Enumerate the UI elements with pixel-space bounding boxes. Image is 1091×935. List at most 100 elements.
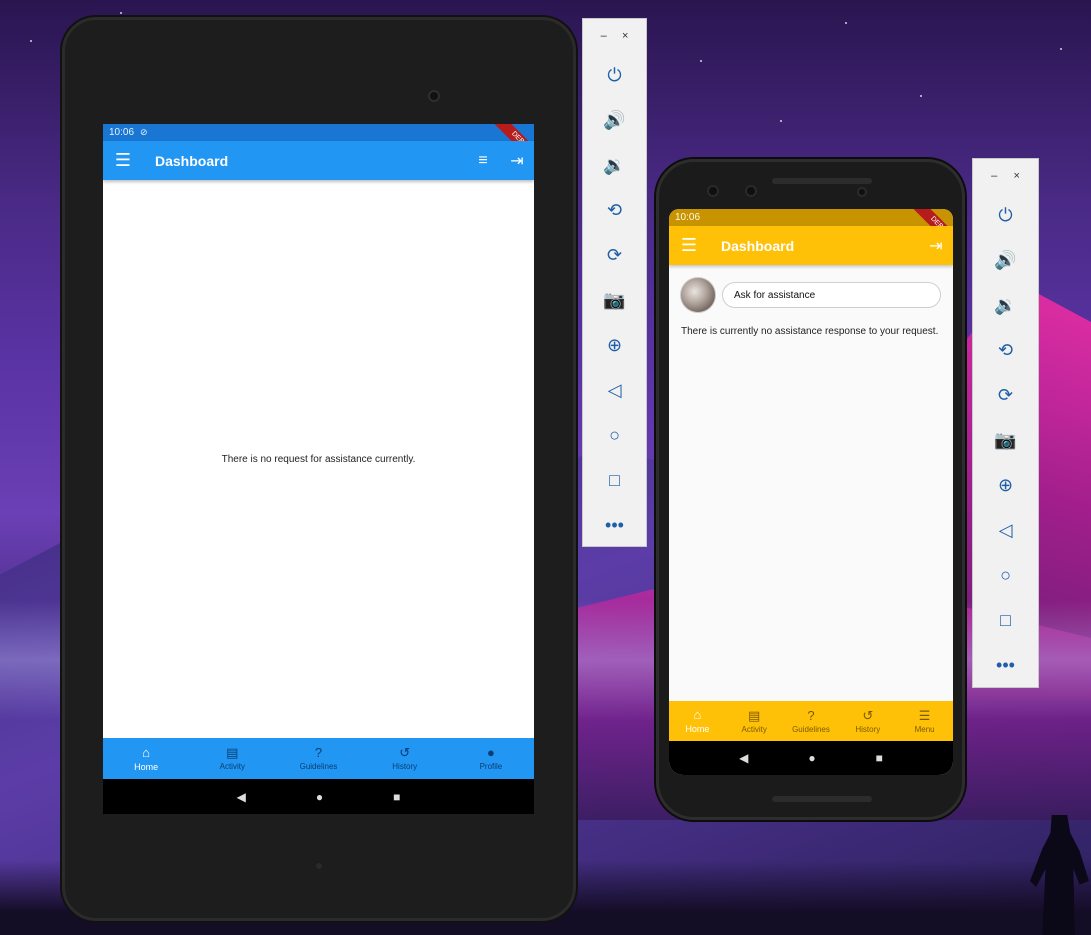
rotate-right-icon[interactable]: ⟳ [583,233,646,278]
rotate-left-icon[interactable]: ⟲ [583,188,646,233]
tablet-camera [428,90,440,102]
sort-icon[interactable]: ≡ [466,152,500,170]
avatar[interactable] [680,277,716,313]
nav-label: Menu [914,724,935,734]
camera-icon[interactable]: 📷 [973,418,1038,463]
volume-down-icon[interactable]: 🔉 [583,143,646,188]
assistance-message: There is currently no assistance respons… [681,326,939,337]
star [780,120,782,122]
nav-item-guidelines[interactable]: ? Guidelines [783,701,840,741]
phone-device: 10:06 DEBUG ☰ Dashboard ⇥ Ask for assist… [656,159,965,820]
volume-down-icon[interactable]: 🔉 [973,283,1038,328]
window-controls: – × [583,19,646,53]
bottom-navigation: ⌂ Home ▤ Activity ? Guidelines ↺ History… [669,701,953,741]
phone-sensor [745,185,757,197]
close-button[interactable]: × [1013,170,1019,182]
rotate-left-icon[interactable]: ⟲ [973,328,1038,373]
nav-item-history[interactable]: ↺ History [839,701,896,741]
status-bar: 10:06 ⊘ [103,124,534,141]
system-navigation-bar: ◀ ● ■ [103,779,534,814]
nav-item-activity[interactable]: ▤ Activity [189,738,275,779]
minimize-button[interactable]: – [991,170,997,182]
ask-assistance-button[interactable]: Ask for assistance [722,282,941,308]
status-time: 10:06 [675,212,701,223]
back-icon[interactable]: ◀ [237,790,246,804]
hamburger-menu-icon[interactable]: ☰ [103,150,143,171]
rotate-right-icon[interactable]: ⟳ [973,373,1038,418]
phone-bottom-speaker [772,796,872,802]
app-bar: ☰ Dashboard ⇥ [669,226,953,265]
nav-label: Home [685,724,710,734]
home-icon: ⌂ [693,707,702,722]
zoom-icon[interactable]: ⊕ [973,463,1038,508]
back-icon[interactable]: ◀ [739,751,748,765]
nav-label: Guidelines [792,724,830,734]
star [920,95,922,97]
home-circle-icon[interactable]: ● [808,751,815,765]
person-icon: ● [486,745,495,760]
nav-item-menu[interactable]: ☰ Menu [896,701,953,741]
nav-label: Activity [741,724,767,734]
nav-label: History [392,762,418,771]
system-navigation-bar: ◀ ● ■ [669,741,953,775]
nav-item-home[interactable]: ⌂ Home [103,738,189,779]
star [120,12,122,14]
status-time: 10:06 [109,127,135,138]
help-icon: ? [314,745,323,760]
home-circle-icon[interactable]: ● [316,790,323,804]
nav-label: Guidelines [299,762,338,771]
home-icon[interactable]: ○ [973,553,1038,598]
more-icon[interactable]: ••• [583,503,646,548]
empty-message: There is no request for assistance curre… [221,453,416,465]
nav-item-guidelines[interactable]: ? Guidelines [275,738,361,779]
zoom-icon[interactable]: ⊕ [583,323,646,368]
window-controls: – × [973,159,1038,193]
page-title: Dashboard [721,237,795,254]
overview-icon[interactable]: ■ [393,790,400,804]
tablet-sensor [316,863,322,869]
overview-icon[interactable]: □ [973,598,1038,643]
nav-item-home[interactable]: ⌂ Home [669,701,726,741]
phone-speaker [772,178,872,184]
overview-icon[interactable]: □ [583,458,646,503]
hamburger-menu-icon[interactable]: ☰ [669,235,709,256]
back-icon[interactable]: ◁ [583,368,646,413]
more-icon[interactable]: ••• [973,643,1038,688]
nav-item-history[interactable]: ↺ History [362,738,448,779]
history-icon: ↺ [862,707,874,723]
logout-icon[interactable]: ⇥ [919,236,953,256]
minimize-button[interactable]: – [601,30,607,42]
nav-item-profile[interactable]: ● Profile [448,738,534,779]
overview-icon[interactable]: ■ [876,751,883,765]
home-icon[interactable]: ○ [583,413,646,458]
home-icon: ⌂ [142,744,151,760]
star [700,60,702,62]
history-icon: ↺ [399,745,411,760]
page-title: Dashboard [155,152,229,169]
nav-label: Activity [219,762,245,771]
emulator-toolbar: – × ⏻ 🔊 🔉 ⟲ ⟳ 📷 ⊕ ◁ ○ □ ••• [582,18,647,547]
nav-item-activity[interactable]: ▤ Activity [726,701,783,741]
status-bar: 10:06 [669,209,953,226]
menu-icon: ☰ [918,707,931,723]
power-icon[interactable]: ⏻ [583,53,646,98]
logout-icon[interactable]: ⇥ [500,151,534,171]
nav-label: Home [134,761,159,772]
emulator-toolbar: – × ⏻ 🔊 🔉 ⟲ ⟳ 📷 ⊕ ◁ ○ □ ••• [972,158,1039,688]
tablet-screen: 10:06 ⊘ DEBUG ☰ Dashboard ≡ ⇥ There is n… [103,124,534,814]
star [30,40,32,42]
back-icon[interactable]: ◁ [973,508,1038,553]
phone-screen: 10:06 DEBUG ☰ Dashboard ⇥ Ask for assist… [669,209,953,775]
clipboard-icon: ▤ [748,707,761,723]
nav-label: History [855,724,881,734]
power-icon[interactable]: ⏻ [973,193,1038,238]
camera-icon[interactable]: 📷 [583,278,646,323]
help-icon: ? [807,707,815,723]
sync-disabled-icon: ⊘ [140,127,148,137]
close-button[interactable]: × [622,30,628,42]
volume-up-icon[interactable]: 🔊 [973,238,1038,283]
phone-front-camera [857,187,867,197]
assist-row: Ask for assistance [680,277,941,313]
volume-up-icon[interactable]: 🔊 [583,98,646,143]
star [1060,48,1062,50]
